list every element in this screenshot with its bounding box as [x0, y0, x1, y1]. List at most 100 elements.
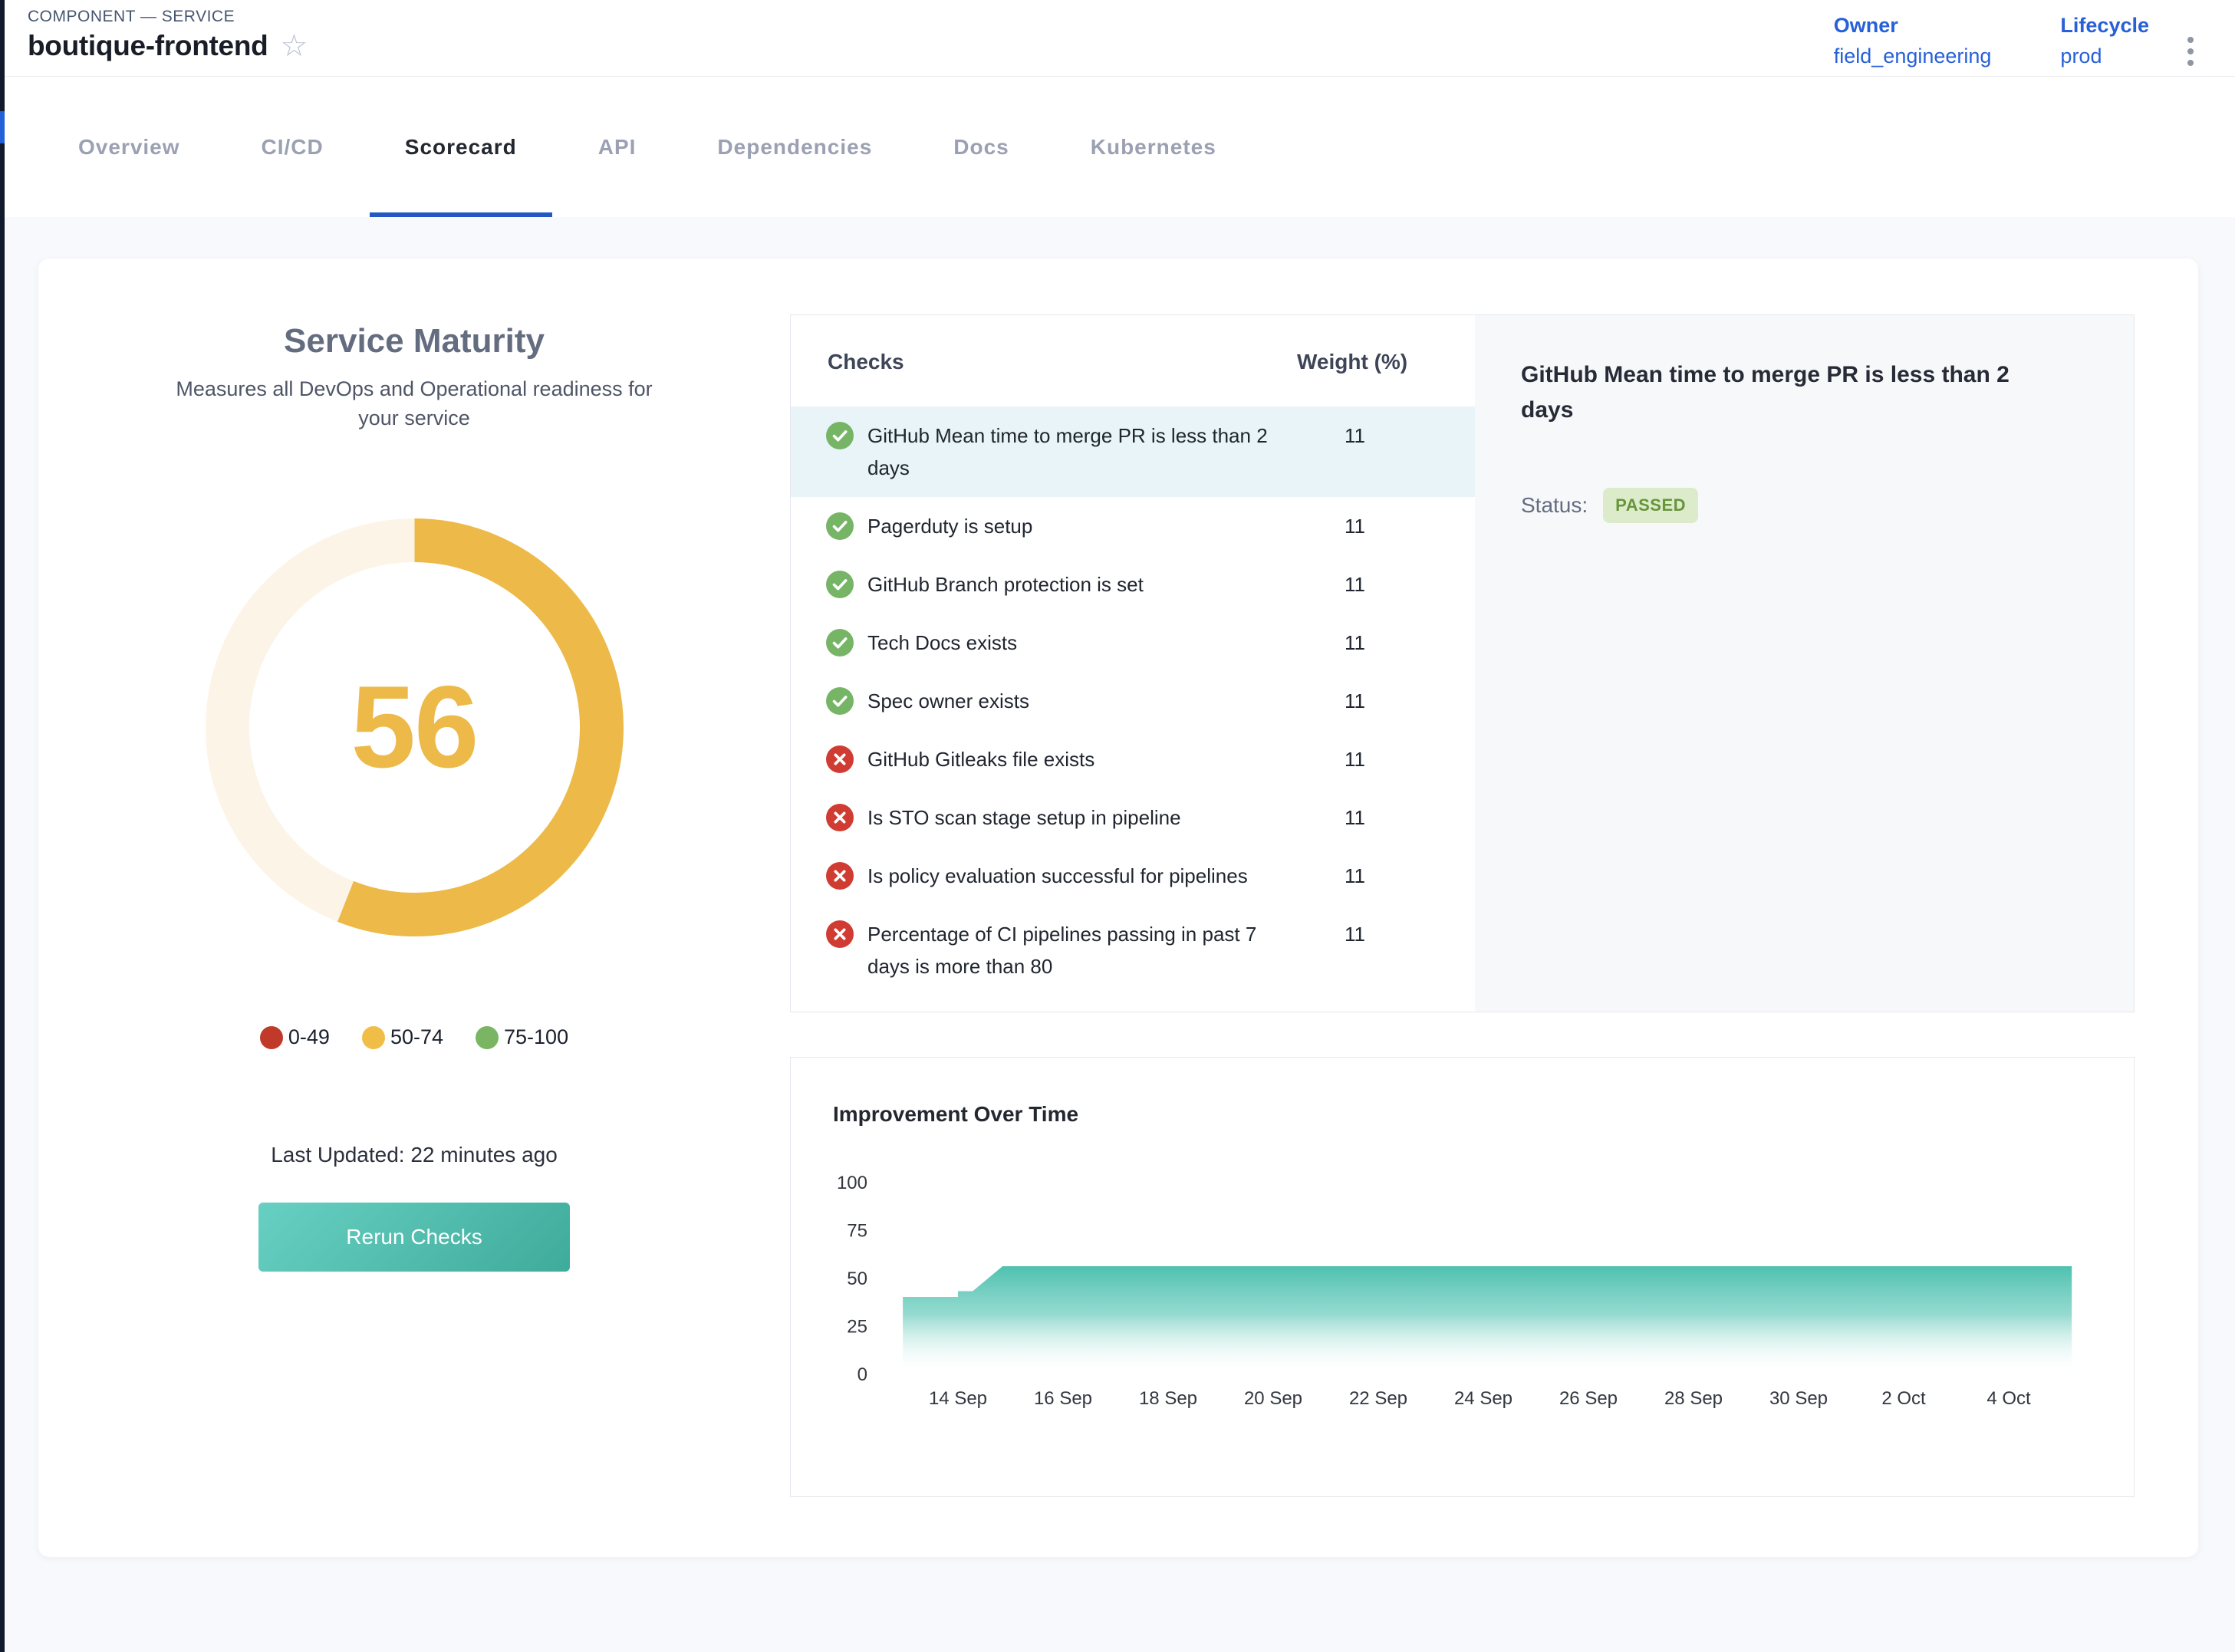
check-row[interactable]: Is policy evaluation successful for pipe…: [791, 847, 1475, 905]
check-failed-icon: [826, 745, 854, 773]
check-row[interactable]: Spec owner exists11: [791, 672, 1475, 730]
check-weight: 11: [1297, 510, 1365, 542]
check-name: GitHub Gitleaks file exists: [867, 743, 1297, 775]
check-weight: 11: [1297, 918, 1365, 950]
y-tick-label: 75: [847, 1221, 867, 1242]
check-name: Is STO scan stage setup in pipeline: [867, 801, 1297, 834]
lifecycle-value: prod: [2060, 44, 2149, 68]
x-tick-label: 18 Sep: [1139, 1388, 1197, 1409]
check-row[interactable]: Tech Docs exists11: [791, 614, 1475, 672]
title-block: COMPONENT — SERVICE boutique-frontend ☆: [28, 8, 308, 62]
check-rows: GitHub Mean time to merge PR is less tha…: [791, 406, 1475, 995]
x-tick-label: 30 Sep: [1769, 1388, 1828, 1409]
x-tick-label: 4 Oct: [1986, 1388, 2031, 1409]
check-row[interactable]: Pagerduty is setup11: [791, 497, 1475, 555]
check-name: Is policy evaluation successful for pipe…: [867, 860, 1297, 892]
x-tick-label: 20 Sep: [1244, 1388, 1302, 1409]
y-tick-label: 25: [847, 1317, 867, 1338]
scorecard-card: Service Maturity Measures all DevOps and…: [38, 258, 2198, 1557]
legend-label: 75-100: [504, 1025, 568, 1049]
owner-link[interactable]: field_engineering: [1834, 44, 1992, 68]
check-row[interactable]: Is STO scan stage setup in pipeline11: [791, 788, 1475, 847]
check-weight: 11: [1297, 860, 1365, 892]
y-tick-label: 100: [837, 1173, 867, 1193]
x-tick-label: 26 Sep: [1559, 1388, 1618, 1409]
tab-ci-cd[interactable]: CI/CD: [226, 77, 359, 217]
legend-label: 50-74: [390, 1025, 443, 1049]
tab-dependencies[interactable]: Dependencies: [682, 77, 907, 217]
checks-table: Checks Weight (%) GitHub Mean time to me…: [791, 315, 1475, 1012]
x-tick-label: 24 Sep: [1454, 1388, 1512, 1409]
check-name: Pagerduty is setup: [867, 510, 1297, 542]
rerun-checks-button[interactable]: Rerun Checks: [258, 1203, 570, 1272]
status-label: Status:: [1521, 493, 1588, 518]
check-row[interactable]: GitHub Mean time to merge PR is less tha…: [791, 406, 1475, 497]
more-options-button[interactable]: [2180, 26, 2201, 77]
check-row[interactable]: GitHub Branch protection is set11: [791, 555, 1475, 614]
legend-dot: [260, 1026, 283, 1049]
check-passed-icon: [826, 512, 854, 540]
check-passed-icon: [826, 629, 854, 657]
check-weight: 11: [1297, 801, 1365, 834]
lifecycle-block: Lifecycle prod: [2060, 14, 2149, 68]
legend-item: 0-49: [260, 1025, 330, 1049]
area-series: [903, 1266, 2072, 1374]
entity-meta: Owner field_engineering Lifecycle prod: [1834, 14, 2201, 77]
check-name: GitHub Mean time to merge PR is less tha…: [867, 420, 1297, 484]
check-row[interactable]: GitHub Gitleaks file exists11: [791, 730, 1475, 788]
y-tick-label: 50: [847, 1269, 867, 1289]
tab-docs[interactable]: Docs: [918, 77, 1044, 217]
x-axis-ticks: 14 Sep16 Sep18 Sep20 Sep22 Sep24 Sep26 S…: [929, 1388, 2031, 1409]
tab-api[interactable]: API: [563, 77, 672, 217]
y-axis-ticks: 100 75 50 25 0: [837, 1173, 867, 1385]
page-header: COMPONENT — SERVICE boutique-frontend ☆ …: [5, 0, 2235, 77]
kebab-icon: [2187, 37, 2194, 43]
legend-dot: [476, 1026, 499, 1049]
lifecycle-label: Lifecycle: [2060, 14, 2149, 38]
legend-label: 0-49: [288, 1025, 330, 1049]
x-tick-label: 16 Sep: [1034, 1388, 1092, 1409]
tab-overview[interactable]: Overview: [43, 77, 216, 217]
improvement-chart-panel: Improvement Over Time 1007550250 14 Sep1…: [790, 1057, 2135, 1497]
x-tick-label: 28 Sep: [1664, 1388, 1723, 1409]
check-failed-icon: [826, 862, 854, 890]
status-badge: PASSED: [1603, 488, 1698, 523]
maturity-section: Service Maturity Measures all DevOps and…: [38, 258, 790, 1557]
gauge-legend: 0-49 50-74 75-100: [260, 1025, 568, 1049]
check-weight: 11: [1297, 420, 1365, 452]
maturity-score: 56: [206, 518, 624, 936]
check-name: Spec owner exists: [867, 685, 1297, 717]
legend-item: 75-100: [476, 1025, 568, 1049]
weight-column-header: Weight (%): [1297, 350, 1407, 374]
owner-label: Owner: [1834, 14, 1992, 38]
check-name: GitHub Branch protection is set: [867, 568, 1297, 601]
check-detail-panel: GitHub Mean time to merge PR is less tha…: [1475, 315, 2134, 1012]
last-updated-text: Last Updated: 22 minutes ago: [271, 1143, 558, 1167]
tabs: OverviewCI/CDScorecardAPIDependenciesDoc…: [5, 77, 2235, 217]
check-weight: 11: [1297, 743, 1365, 775]
check-weight: 11: [1297, 568, 1365, 601]
legend-item: 50-74: [362, 1025, 443, 1049]
check-passed-icon: [826, 422, 854, 449]
y-tick-label: 0: [857, 1364, 867, 1385]
checks-table-header: Checks Weight (%): [791, 350, 1475, 374]
main-content: Service Maturity Measures all DevOps and…: [5, 217, 2235, 1557]
tab-kubernetes[interactable]: Kubernetes: [1055, 77, 1252, 217]
check-name: Percentage of CI pipelines passing in pa…: [867, 918, 1297, 982]
page-title: boutique-frontend: [28, 30, 268, 62]
collapsed-sidebar: [0, 0, 5, 1652]
check-failed-icon: [826, 920, 854, 948]
check-name: Tech Docs exists: [867, 627, 1297, 659]
favorite-star-icon[interactable]: ☆: [280, 31, 308, 61]
check-failed-icon: [826, 804, 854, 831]
x-tick-label: 22 Sep: [1349, 1388, 1407, 1409]
x-tick-label: 2 Oct: [1881, 1388, 1926, 1409]
sidebar-active-marker: [0, 111, 5, 143]
checks-panel: Checks Weight (%) GitHub Mean time to me…: [790, 314, 2135, 1012]
maturity-title: Service Maturity: [284, 322, 545, 360]
owner-block: Owner field_engineering: [1834, 14, 1992, 68]
tab-scorecard[interactable]: Scorecard: [370, 77, 552, 217]
maturity-subtitle: Measures all DevOps and Operational read…: [156, 374, 672, 433]
app-root: COMPONENT — SERVICE boutique-frontend ☆ …: [0, 0, 2235, 1652]
check-row[interactable]: Percentage of CI pipelines passing in pa…: [791, 905, 1475, 995]
